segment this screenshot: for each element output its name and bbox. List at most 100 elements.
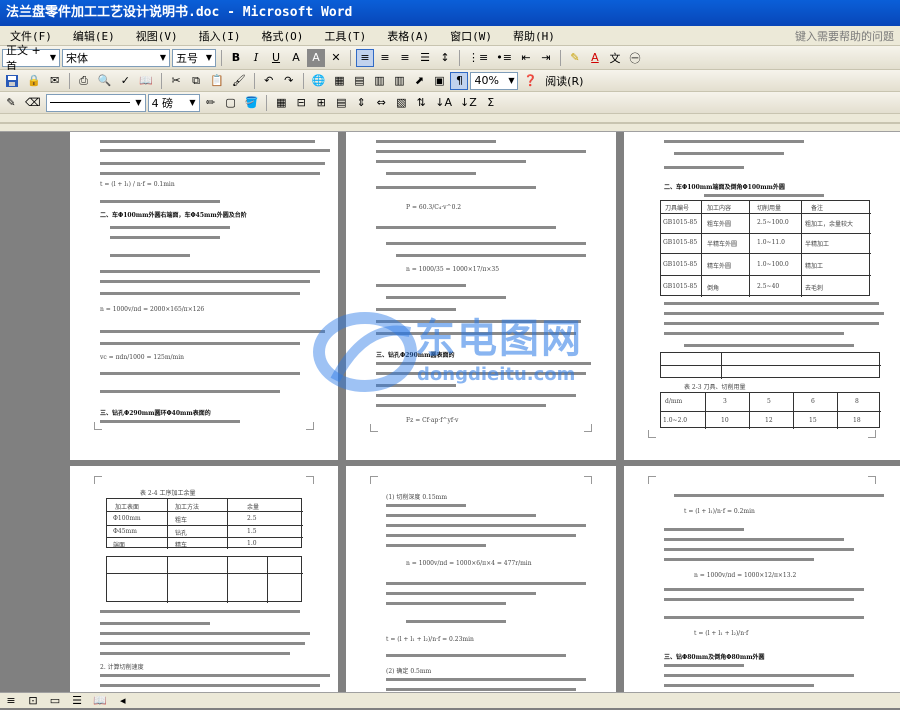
normal-view-icon[interactable]: ≡: [2, 692, 20, 710]
underline-button[interactable]: U: [267, 49, 285, 67]
line-style-combo[interactable]: ▼: [45, 93, 146, 112]
drawing-icon[interactable]: ⬈: [410, 72, 428, 90]
help-icon[interactable]: ❓: [520, 72, 540, 90]
numbering-icon[interactable]: ⋮≡: [465, 49, 491, 67]
page-3[interactable]: 二、车Φ100mm端面及倒角Φ100mm外圆 刀具编号 加工内容 切削用量 备注…: [624, 132, 900, 460]
page-6[interactable]: t = (l + l₁)/n·f = 0.2min n = 1000v/πd =…: [624, 466, 900, 692]
zoom-combo[interactable]: 40% ▼: [470, 71, 519, 90]
distributed-align-icon[interactable]: ☰: [416, 49, 434, 67]
distribute-columns-icon[interactable]: ⇔: [372, 94, 390, 112]
draw-table-icon[interactable]: ✎: [2, 94, 20, 112]
menu-tools[interactable]: 工具(T): [314, 28, 377, 44]
page-4[interactable]: 表 2-4 工序加工余量 加工表面 加工方法 余量 Φ100mm 粗车 2.5 …: [70, 466, 338, 692]
phonetic-guide-icon[interactable]: 文: [606, 49, 624, 67]
separator: [68, 72, 70, 89]
merge-cells-icon[interactable]: ⊟: [292, 94, 310, 112]
table-autoformat-icon[interactable]: ▧: [392, 94, 410, 112]
italic-button[interactable]: I: [247, 49, 265, 67]
char-scale-icon[interactable]: ✕: [327, 49, 345, 67]
print-icon[interactable]: ⎙: [75, 72, 93, 90]
page-5[interactable]: (1) 切削深度 0.15mm n = 1000v/πd = 1000×6/π×…: [346, 466, 616, 692]
char-border-icon[interactable]: A: [287, 49, 305, 67]
decrease-indent-icon[interactable]: ⇤: [517, 49, 535, 67]
font-color-icon[interactable]: A: [586, 49, 604, 67]
eraser-icon[interactable]: ⌫: [22, 94, 44, 112]
format-painter-icon[interactable]: 🖌: [229, 72, 249, 90]
line-weight-combo[interactable]: 4 磅 ▼: [147, 93, 200, 112]
p5-formula-4: (2) 确定 0.5mm: [386, 668, 432, 675]
font-size-combo[interactable]: 五号 ▼: [172, 48, 216, 67]
sort-ascending-icon[interactable]: ↓A: [432, 94, 455, 112]
page-1[interactable]: t = (l + l₁) / n·f = 0.1min 二、车Φ100mm外圆右…: [70, 132, 338, 460]
hyperlink-icon[interactable]: 🌐: [309, 72, 329, 90]
font-combo[interactable]: 宋体 ▼: [62, 48, 170, 67]
style-combo[interactable]: 正文 + 首 ▼: [2, 44, 60, 73]
p3-td-0-2: 2.5~100.0: [757, 219, 789, 226]
shading-color-icon[interactable]: 🪣: [242, 94, 262, 112]
align-right-icon[interactable]: ≡: [396, 49, 414, 67]
chevron-down-icon: ▼: [49, 53, 56, 62]
research-icon[interactable]: 📖: [136, 72, 156, 90]
p6-formula-1: t = (l + l₁)/n·f = 0.2min: [684, 508, 755, 515]
permission-icon[interactable]: 🔒: [24, 72, 44, 90]
highlight-icon[interactable]: ✎: [566, 49, 584, 67]
line-style-sample: [49, 102, 130, 103]
line-spacing-icon[interactable]: ↕: [436, 49, 454, 67]
outside-border-icon[interactable]: ▢: [222, 94, 240, 112]
p4-td-1-1: 钻孔: [175, 530, 188, 537]
web-layout-icon[interactable]: ⊡: [24, 692, 42, 710]
menu-window[interactable]: 窗口(W): [440, 28, 503, 44]
menu-format[interactable]: 格式(O): [252, 28, 315, 44]
spelling-icon[interactable]: ✓: [116, 72, 134, 90]
align-cell-icon[interactable]: ▤: [332, 94, 350, 112]
undo-icon[interactable]: ↶: [260, 72, 278, 90]
sort-descending-icon[interactable]: ↓Z: [457, 94, 480, 112]
document-area[interactable]: t = (l + l₁) / n·f = 0.1min 二、车Φ100mm外圆右…: [0, 132, 900, 692]
menu-help[interactable]: 帮助(H): [503, 28, 566, 44]
p3-sth-0: d/mm: [665, 398, 683, 405]
page-2[interactable]: P = 60.3/C₄·v^0.2 n = 1000/35 = 1000×17/…: [346, 132, 616, 460]
distribute-rows-icon[interactable]: ⇕: [352, 94, 370, 112]
char-shading-icon[interactable]: A: [307, 48, 325, 67]
redo-icon[interactable]: ↷: [280, 72, 298, 90]
increase-indent-icon[interactable]: ⇥: [537, 49, 555, 67]
read-mode-button[interactable]: 阅读(R): [542, 72, 586, 90]
enclose-char-icon[interactable]: ㊀: [626, 49, 644, 67]
bullets-icon[interactable]: •≡: [493, 49, 515, 67]
copy-icon[interactable]: ⧉: [187, 72, 205, 90]
align-justify-icon[interactable]: ≡: [356, 48, 374, 67]
save-icon[interactable]: [2, 72, 22, 90]
outline-view-icon[interactable]: ☰: [68, 692, 86, 710]
split-cells-icon[interactable]: ⊞: [312, 94, 330, 112]
show-hide-icon[interactable]: ¶: [450, 71, 469, 90]
document-map-icon[interactable]: ▣: [430, 72, 448, 90]
insert-table-dropdown-icon[interactable]: ▦: [272, 94, 290, 112]
scroll-left-icon[interactable]: ◂: [114, 692, 132, 710]
text-direction-icon[interactable]: ⇅: [412, 94, 430, 112]
tables-borders-icon[interactable]: ▦: [330, 72, 348, 90]
p3-td-2-2: 1.0~100.0: [757, 261, 789, 268]
cut-icon[interactable]: ✂: [167, 72, 185, 90]
menu-edit[interactable]: 编辑(E): [63, 28, 126, 44]
insert-excel-icon[interactable]: ▥: [370, 72, 388, 90]
columns-icon[interactable]: ▥: [390, 72, 408, 90]
zoom-value: 40%: [474, 74, 499, 87]
print-preview-icon[interactable]: 🔍: [95, 72, 115, 90]
p4-formula-1: 2. 计算切削速度: [100, 664, 144, 671]
align-center-icon[interactable]: ≡: [376, 49, 394, 67]
border-color-icon[interactable]: ✏: [202, 94, 220, 112]
bold-button[interactable]: B: [227, 49, 245, 67]
horizontal-ruler[interactable]: [0, 114, 900, 132]
menu-insert[interactable]: 插入(I): [189, 28, 252, 44]
email-icon[interactable]: ✉: [46, 72, 64, 90]
reading-layout-icon[interactable]: 📖: [90, 692, 110, 710]
p4-td-0-0: Φ100mm: [113, 515, 141, 522]
help-question-box[interactable]: 键入需要帮助的问题: [795, 28, 894, 44]
paste-icon[interactable]: 📋: [207, 72, 227, 90]
p3-td-2-1: 精车外圆: [707, 263, 732, 270]
menu-view[interactable]: 视图(V): [126, 28, 189, 44]
menu-table[interactable]: 表格(A): [377, 28, 440, 44]
insert-table-icon[interactable]: ▤: [350, 72, 368, 90]
autosum-button[interactable]: Σ: [482, 94, 500, 112]
print-layout-icon[interactable]: ▭: [46, 692, 64, 710]
